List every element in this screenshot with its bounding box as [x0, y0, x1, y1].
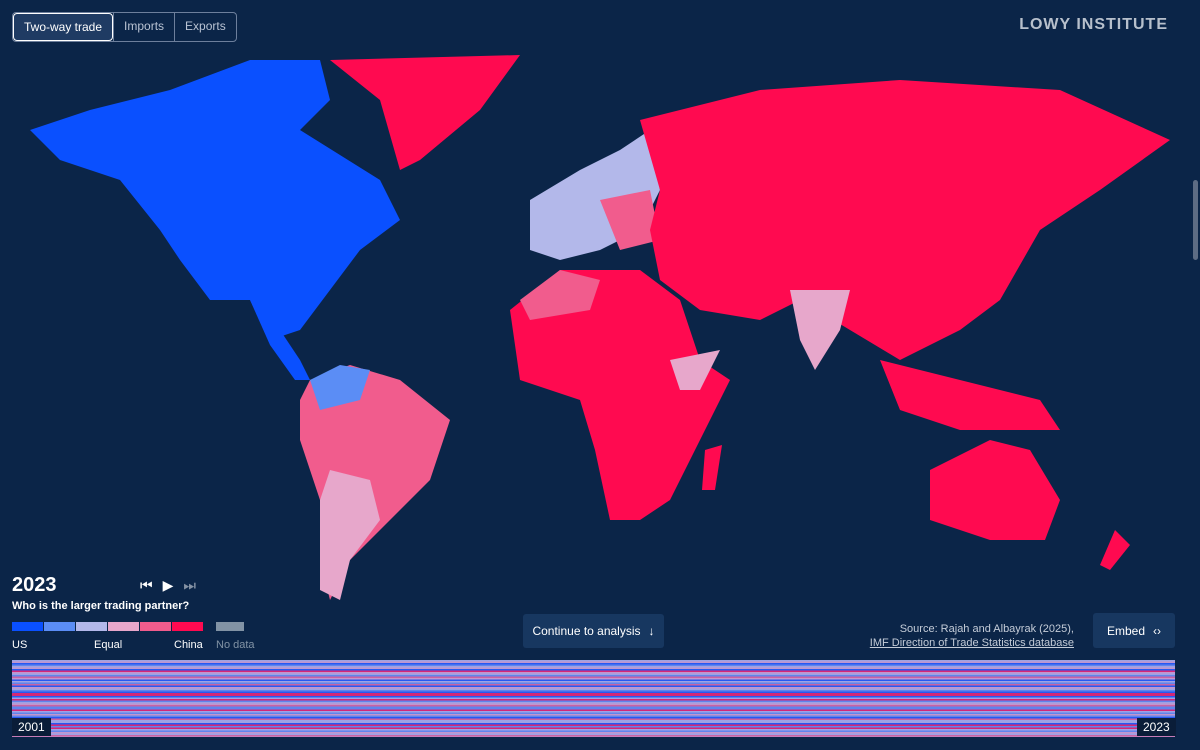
- timeline-stripe: [12, 664, 1175, 666]
- timeline-stripe: [12, 688, 1175, 690]
- timeline-stripe: [12, 729, 1175, 731]
- timeline-stripe: [12, 691, 1175, 693]
- legend-label-us: US: [12, 639, 28, 651]
- legend-swatch-1: [44, 622, 75, 631]
- timeline-stripe: [12, 673, 1175, 675]
- timeline-stripe: [12, 684, 1175, 686]
- timeline-stripe: [12, 670, 1175, 672]
- continue-label: Continue to analysis: [532, 624, 641, 638]
- timeline-stripe: [12, 678, 1175, 680]
- timeline-end-label: 2023: [1137, 718, 1176, 736]
- timeline-stripe: [12, 723, 1175, 725]
- skip-back-icon[interactable]: ⏮: [140, 577, 153, 594]
- timeline-stripe: [12, 699, 1175, 701]
- legend-title: Who is the larger trading partner?: [12, 600, 190, 612]
- timeline-stripe: [12, 690, 1175, 692]
- timeline-stripe: [12, 694, 1175, 696]
- timeline-stripe: [12, 736, 1175, 737]
- timeline-stripe: [12, 726, 1175, 728]
- timeline-stripe: [12, 667, 1175, 669]
- region-india[interactable]: [790, 290, 850, 370]
- scrollbar[interactable]: [1193, 180, 1198, 260]
- timeline-stripe: [12, 696, 1175, 698]
- timeline-stripe: [12, 681, 1175, 683]
- code-icon: ‹›: [1153, 623, 1162, 638]
- tab-two-way-trade[interactable]: Two-way trade: [13, 13, 114, 41]
- arrow-down-icon: ↓: [648, 624, 655, 638]
- timeline-stripe: [12, 718, 1175, 720]
- source-note: Source: Rajah and Albayrak (2025), IMF D…: [870, 622, 1074, 650]
- continue-to-analysis-button[interactable]: Continue to analysis ↓: [523, 614, 664, 648]
- trade-type-tabs: Two-way trade Imports Exports: [12, 12, 237, 42]
- timeline-stripe: [12, 733, 1175, 735]
- timeline-stripe: [12, 682, 1175, 684]
- timeline-stripe: [12, 724, 1175, 726]
- brand-logo: LOWY INSTITUTE: [1019, 16, 1168, 33]
- legend-swatch-0: [12, 622, 43, 631]
- timeline-stripe: [12, 693, 1175, 695]
- tab-imports[interactable]: Imports: [113, 13, 174, 41]
- region-southeast-asia[interactable]: [880, 360, 1060, 430]
- timeline-stripe: [12, 697, 1175, 699]
- legend-label-no-data: No data: [216, 639, 255, 651]
- timeline-stripe: [12, 685, 1175, 687]
- color-legend: [12, 622, 204, 631]
- region-madagascar[interactable]: [702, 445, 722, 490]
- timeline-stripe: [12, 727, 1175, 729]
- timeline-stripe: [12, 711, 1175, 713]
- source-link[interactable]: IMF Direction of Trade Statistics databa…: [870, 637, 1074, 649]
- skip-forward-icon[interactable]: ⏭: [183, 577, 196, 594]
- timeline-stripe: [12, 706, 1175, 708]
- timeline-stripe: [12, 675, 1175, 677]
- timeline-stripe: [12, 663, 1175, 665]
- play-icon[interactable]: ▶: [163, 577, 174, 594]
- timeline-stripe: [12, 717, 1175, 719]
- timeline-stripe: [12, 720, 1175, 722]
- timeline-stripe: [12, 672, 1175, 674]
- year-label: 2023: [12, 574, 57, 596]
- legend-no-data-swatch: [216, 622, 244, 631]
- timeline-stripe: [12, 730, 1175, 732]
- legend-swatch-4: [140, 622, 171, 631]
- timeline-stripe: [12, 712, 1175, 714]
- timeline-stripe: [12, 705, 1175, 707]
- world-map[interactable]: [0, 40, 1190, 620]
- region-north-america[interactable]: [30, 60, 400, 340]
- region-asia[interactable]: [640, 80, 1170, 360]
- embed-button[interactable]: Embed ‹›: [1093, 613, 1175, 648]
- timeline-stripe: [12, 660, 1175, 662]
- source-text: Source: Rajah and Albayrak (2025),: [899, 623, 1074, 635]
- embed-label: Embed: [1106, 623, 1146, 638]
- legend-swatch-3: [108, 622, 139, 631]
- timeline-stripe: [12, 676, 1175, 678]
- timeline-stripe: [12, 661, 1175, 663]
- legend-label-china: China: [174, 639, 203, 651]
- timeline-stripe: [12, 669, 1175, 671]
- tab-exports[interactable]: Exports: [174, 13, 236, 41]
- legend-swatch-5: [172, 622, 203, 631]
- region-greenland[interactable]: [330, 55, 520, 170]
- timeline-stripe: [12, 709, 1175, 711]
- playback-controls: ⏮ ▶ ⏭: [140, 577, 196, 594]
- timeline-stripe: [12, 702, 1175, 704]
- region-new-zealand[interactable]: [1100, 530, 1130, 570]
- timeline-scrubber[interactable]: [12, 660, 1175, 737]
- timeline-stripe: [12, 708, 1175, 710]
- timeline-stripe: [12, 732, 1175, 734]
- timeline-start-label: 2001: [12, 718, 51, 736]
- timeline-stripe: [12, 714, 1175, 716]
- timeline-stripe: [12, 703, 1175, 705]
- region-australia[interactable]: [930, 440, 1060, 540]
- timeline-stripe: [12, 700, 1175, 702]
- timeline-stripe: [12, 715, 1175, 717]
- timeline-stripe: [12, 721, 1175, 723]
- legend-swatch-2: [76, 622, 107, 631]
- timeline-stripe: [12, 735, 1175, 737]
- timeline-stripe: [12, 666, 1175, 668]
- legend-label-equal: Equal: [94, 639, 123, 651]
- timeline-stripe: [12, 679, 1175, 681]
- timeline-stripe: [12, 687, 1175, 689]
